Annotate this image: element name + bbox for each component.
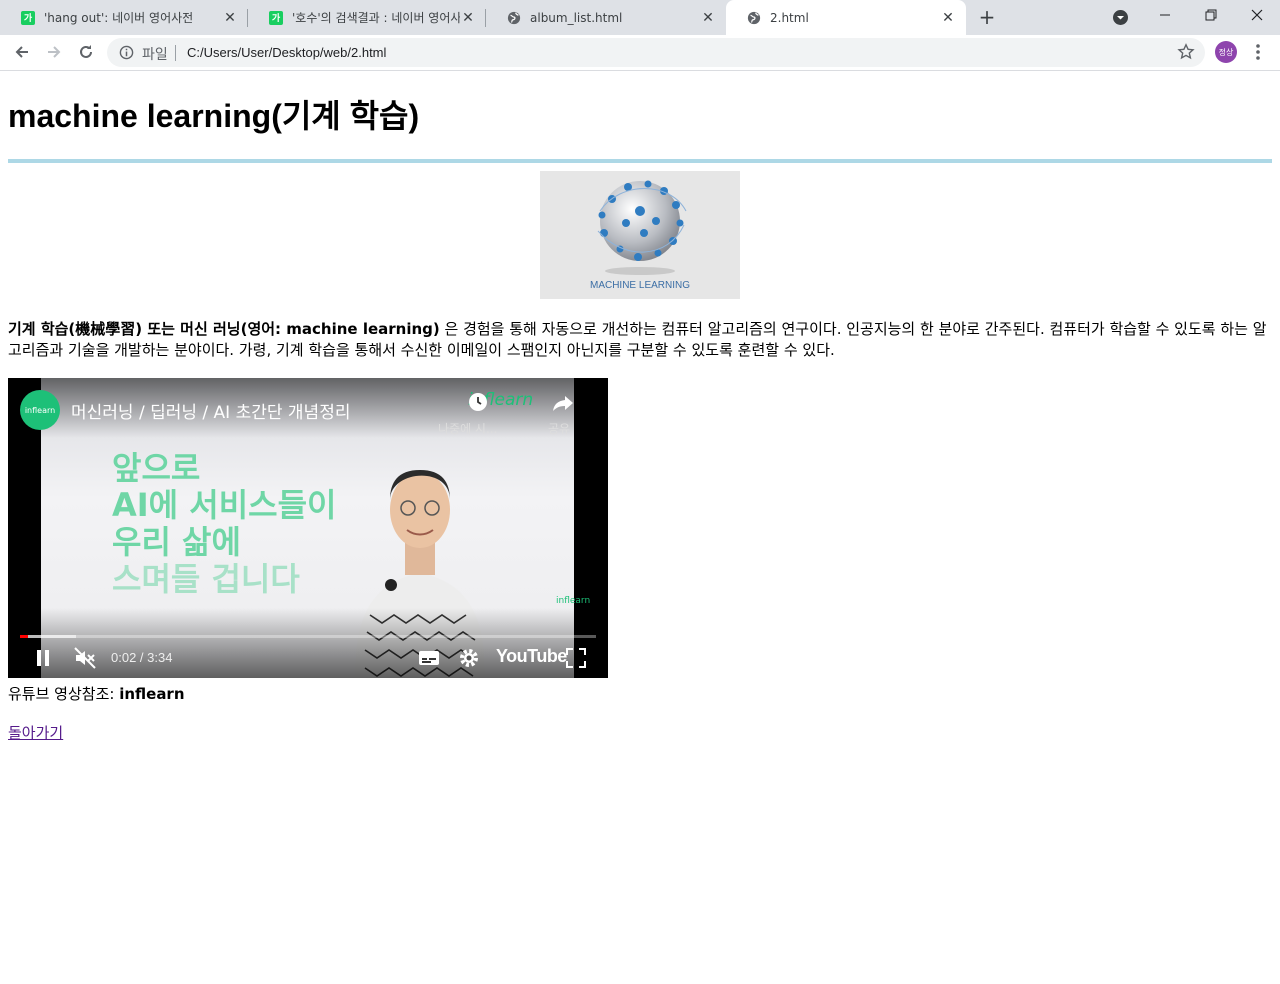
page-content: machine learning(기계 학습) MACHINE LEARNING…	[8, 71, 1272, 743]
fullscreen-icon[interactable]	[566, 648, 586, 668]
tab-album-list[interactable]: album_list.html ✕	[486, 0, 726, 35]
close-tab-icon[interactable]: ✕	[222, 10, 238, 26]
forward-button[interactable]	[40, 38, 68, 66]
restore-button[interactable]	[1188, 0, 1234, 30]
video-time: 0:02 / 3:34	[111, 650, 173, 665]
naver-icon: 가	[268, 10, 284, 26]
omnibox-divider	[175, 45, 176, 61]
browser-toolbar: 파일 C:/Users/User/Desktop/web/2.html	[0, 35, 1280, 71]
settings-gear-icon[interactable]	[458, 647, 480, 669]
credit-source: inflearn	[119, 685, 185, 703]
tab-title: '호수'의 검색결과 : 네이버 영어사전	[292, 11, 460, 25]
share-label[interactable]: 공유	[548, 420, 570, 437]
globe-icon	[746, 10, 762, 26]
description-paragraph: 기계 학습(機械學習) 또는 머신 러닝(영어: machine learnin…	[8, 319, 1270, 361]
back-button[interactable]	[8, 38, 36, 66]
video-progress-bar[interactable]	[20, 635, 596, 638]
slogan-line: 앞으로	[112, 449, 201, 487]
tab-title: 2.html	[770, 10, 809, 25]
reload-icon	[80, 45, 92, 58]
tab-lake-search[interactable]: 가 '호수'의 검색결과 : 네이버 영어사전 ✕	[248, 0, 486, 35]
progress-buffered	[28, 635, 76, 638]
subtitles-icon[interactable]	[418, 648, 440, 668]
bookmark-star-icon[interactable]	[1177, 43, 1195, 61]
video-credit: 유튜브 영상참조: inflearn	[8, 685, 1272, 703]
url-text[interactable]: C:/Users/User/Desktop/web/2.html	[187, 45, 386, 60]
naver-icon: 가	[20, 10, 36, 26]
machine-learning-image: MACHINE LEARNING	[540, 171, 740, 299]
watch-later-label[interactable]: 나중에 시...	[438, 420, 497, 437]
youtube-video-player[interactable]: 앞으로 AI에 서비스들이 우리 삶에 스며들 겁니다 inflearn 머신러…	[8, 378, 608, 678]
video-slogan: 앞으로 AI에 서비스들이 우리 삶에 스며들 겁니다	[112, 450, 336, 598]
youtube-logo[interactable]: YouTube	[496, 646, 567, 667]
back-link[interactable]: 돌아가기	[8, 722, 63, 743]
pause-icon[interactable]	[35, 649, 51, 667]
tab-search-icon[interactable]	[1112, 9, 1129, 26]
description-bold-lead: 기계 학습(機械學習) 또는 머신 러닝(영어: machine learnin…	[8, 320, 440, 338]
tab-strip: 가 'hang out': 네이버 영어사전 ✕ 가 '호수'의 검색결과 : …	[0, 0, 1280, 35]
close-tab-icon[interactable]: ✕	[460, 10, 476, 26]
tab-title: album_list.html	[530, 10, 623, 25]
tab-title: 'hang out': 네이버 영어사전	[44, 11, 194, 25]
tab-hang-out[interactable]: 가 'hang out': 네이버 영어사전 ✕	[0, 0, 248, 35]
channel-logo[interactable]: inflearn	[20, 390, 60, 430]
slogan-line: 우리 삶에	[112, 523, 241, 561]
reload-button[interactable]	[72, 38, 100, 66]
page-heading: machine learning(기계 학습)	[8, 98, 420, 134]
address-bar[interactable]: 파일 C:/Users/User/Desktop/web/2.html	[107, 38, 1205, 67]
video-title[interactable]: 머신러닝 / 딥러닝 / AI 초간단 개념정리	[71, 398, 350, 423]
minimize-button[interactable]	[1142, 0, 1188, 30]
video-watermark: inflearn	[556, 596, 591, 606]
heading-rule	[8, 159, 1272, 163]
scheme-label: 파일	[142, 47, 168, 63]
image-caption: MACHINE LEARNING	[589, 280, 690, 291]
profile-avatar[interactable]: 정상	[1215, 41, 1237, 63]
more-menu-icon[interactable]	[1250, 42, 1266, 62]
close-tab-icon[interactable]: ✕	[940, 10, 956, 26]
muted-volume-icon[interactable]	[73, 646, 97, 670]
info-icon[interactable]	[119, 45, 134, 60]
close-window-button[interactable]	[1234, 0, 1280, 30]
video-controls-bar	[8, 608, 608, 678]
close-tab-icon[interactable]: ✕	[700, 10, 716, 26]
arrow-right-icon	[48, 46, 61, 58]
progress-played	[20, 635, 28, 638]
credit-prefix: 유튜브 영상참조:	[8, 685, 120, 703]
arrow-left-icon	[15, 46, 28, 58]
globe-icon	[506, 10, 522, 26]
slogan-line: 스며들 겁니다	[112, 560, 300, 598]
tab-2-html[interactable]: 2.html ✕	[726, 0, 966, 35]
slogan-line: AI에 서비스들이	[112, 486, 337, 524]
new-tab-button[interactable]: +	[976, 7, 998, 29]
clock-icon[interactable]	[468, 392, 488, 412]
share-icon[interactable]	[552, 394, 574, 412]
